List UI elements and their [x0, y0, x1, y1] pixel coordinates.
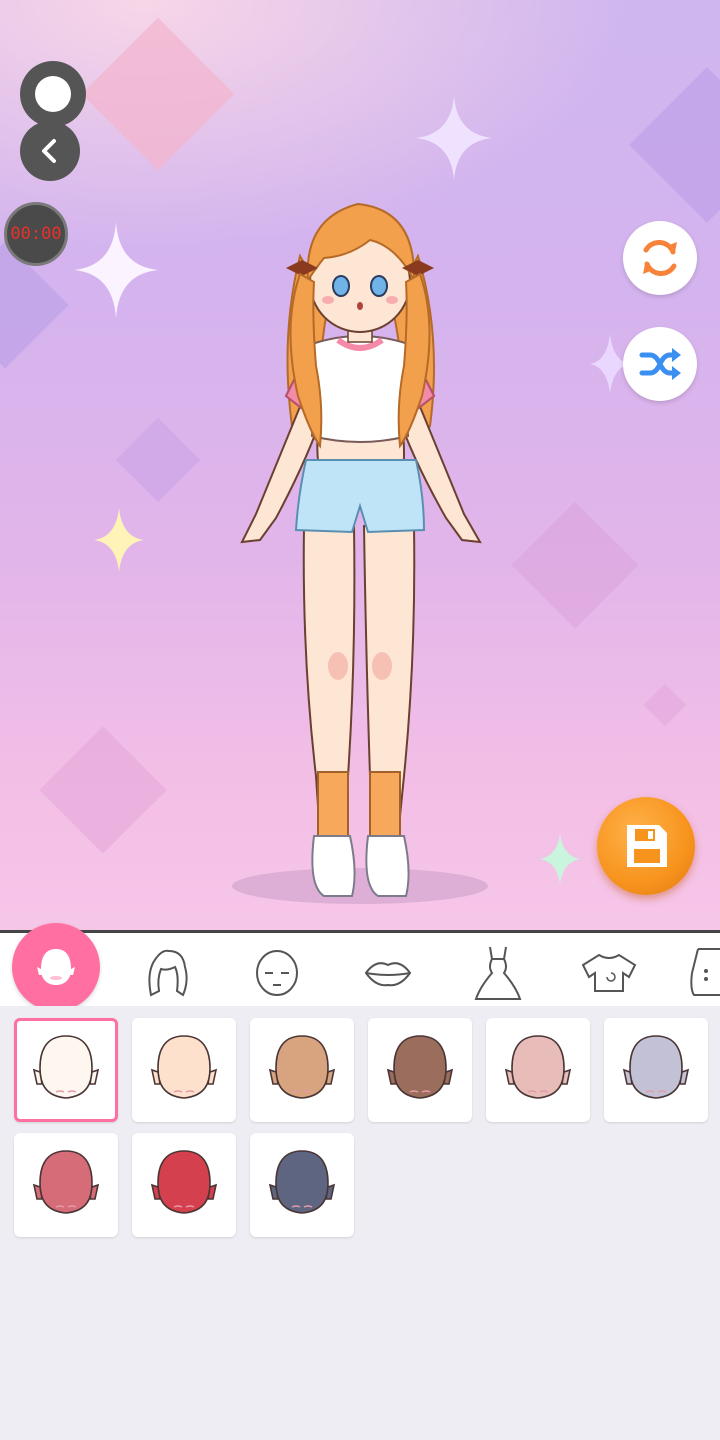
head-shape-icon	[504, 1035, 572, 1099]
tab-hair[interactable]	[127, 939, 207, 1007]
sparkle-icon	[540, 834, 580, 884]
face-icon	[256, 950, 298, 996]
skin-tone-swatch[interactable]	[368, 1018, 472, 1122]
tab-mouth[interactable]	[348, 939, 428, 1007]
reset-button[interactable]	[623, 221, 697, 295]
record-button[interactable]	[20, 61, 86, 127]
skin-tone-swatch[interactable]	[132, 1133, 236, 1237]
shuffle-icon	[639, 348, 681, 380]
skin-tone-grid	[0, 1006, 720, 1440]
dress-icon	[474, 946, 522, 1000]
body-head-icon	[37, 949, 75, 985]
record-dot-icon	[35, 76, 71, 112]
head-shape-icon	[150, 1150, 218, 1214]
tab-top[interactable]	[569, 939, 649, 1007]
sparkle-icon	[94, 508, 144, 572]
lips-icon	[364, 962, 412, 987]
head-shape-icon	[32, 1150, 100, 1214]
background-diamond	[39, 726, 167, 854]
skin-tone-swatch[interactable]	[14, 1018, 118, 1122]
random-button[interactable]	[623, 327, 697, 401]
timer-display: 00:00	[4, 202, 68, 266]
background-diamond	[643, 683, 687, 727]
head-shape-icon	[622, 1035, 690, 1099]
skin-tone-swatch[interactable]	[486, 1018, 590, 1122]
skin-tone-swatch[interactable]	[250, 1133, 354, 1237]
tab-face[interactable]	[237, 939, 317, 1007]
tab-body[interactable]	[12, 923, 100, 1011]
tab-more[interactable]	[680, 939, 720, 1007]
background-diamond	[511, 501, 639, 629]
character-figure	[232, 202, 488, 904]
sparkle-icon	[416, 96, 492, 180]
tab-dress[interactable]	[458, 939, 538, 1007]
shirt-icon	[581, 953, 637, 992]
timer-text: 00:00	[10, 224, 62, 244]
head-shape-icon	[150, 1035, 218, 1099]
refresh-icon	[643, 239, 677, 277]
background-diamond	[115, 417, 201, 503]
head-shape-icon	[268, 1035, 336, 1099]
partial-icon	[690, 948, 720, 996]
save-button[interactable]	[597, 797, 695, 895]
sparkle-icon	[74, 222, 158, 318]
character-stage: 00:00	[0, 0, 720, 930]
head-shape-icon	[32, 1035, 100, 1099]
chevron-left-icon	[42, 139, 56, 163]
skin-tone-swatch[interactable]	[250, 1018, 354, 1122]
back-button[interactable]	[20, 121, 80, 181]
category-tab-bar	[0, 923, 720, 1011]
floppy-disk-icon	[627, 825, 667, 867]
skin-tone-swatch[interactable]	[132, 1018, 236, 1122]
head-shape-icon	[386, 1035, 454, 1099]
hair-icon	[148, 949, 188, 997]
skin-tone-swatch[interactable]	[604, 1018, 708, 1122]
head-shape-icon	[268, 1150, 336, 1214]
skin-tone-swatch[interactable]	[14, 1133, 118, 1237]
